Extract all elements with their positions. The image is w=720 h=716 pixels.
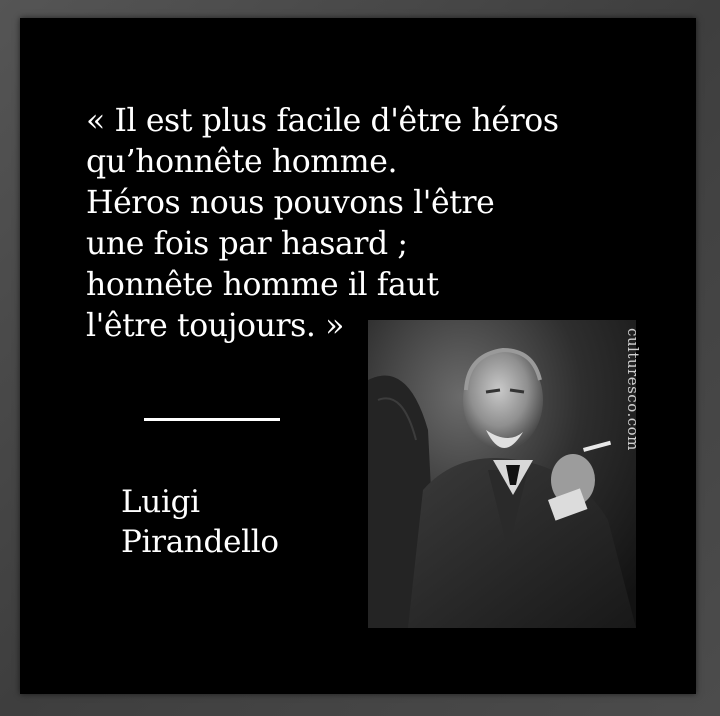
quote-line: honnête homme il faut [86, 267, 439, 303]
divider-rule [144, 418, 280, 421]
author-name: Luigi Pirandello [121, 482, 279, 562]
author-last-name: Pirandello [121, 524, 279, 560]
author-first-name: Luigi [121, 484, 200, 520]
quote-line: Héros nous pouvons l'être [86, 185, 495, 221]
quote-line: « Il est plus facile d'être héros [86, 103, 559, 139]
quote-line: une fois par hasard ; [86, 226, 408, 262]
portrait-illustration [368, 320, 636, 628]
quote-line: qu’honnête homme. [86, 144, 398, 180]
portrait-photo [368, 320, 636, 628]
quote-card: « Il est plus facile d'être héros qu’hon… [20, 18, 696, 694]
quote-text: « Il est plus facile d'être héros qu’hon… [86, 101, 646, 347]
watermark-text: culturesco.com [624, 328, 642, 451]
